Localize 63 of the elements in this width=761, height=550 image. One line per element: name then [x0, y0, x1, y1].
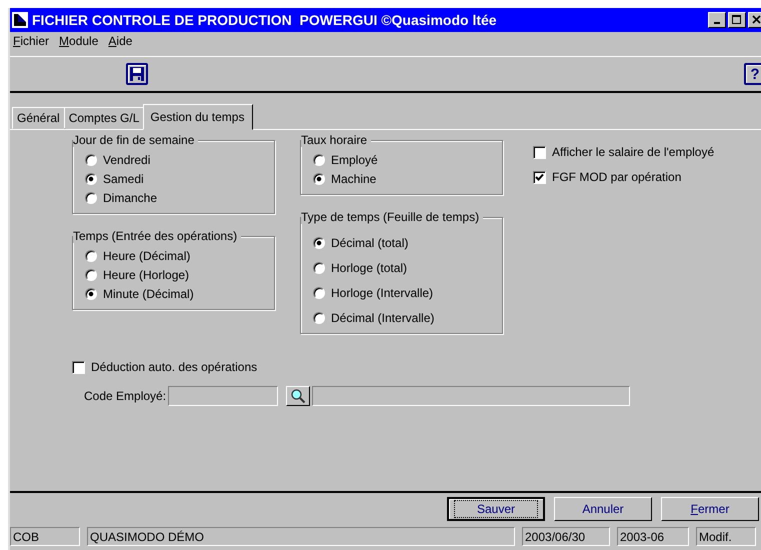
radio-label: Samedi: [103, 172, 144, 186]
minimize-icon: [714, 22, 720, 24]
menu-item[interactable]: Module: [59, 34, 98, 48]
status-cell: COB: [10, 526, 80, 546]
radio-button[interactable]: [313, 154, 325, 166]
group-title: Temps (Entrée des opérations): [73, 229, 242, 243]
radio-button[interactable]: [85, 192, 97, 204]
radio-button[interactable]: [85, 250, 97, 262]
checkbox-label: Déduction auto. des opérations: [91, 360, 258, 374]
radio-button[interactable]: [85, 288, 97, 300]
menu-item[interactable]: Fichier: [13, 34, 50, 48]
tab[interactable]: Général: [12, 107, 65, 129]
input-field[interactable]: [168, 386, 278, 406]
checkbox-label: FGF MOD par opération: [552, 170, 682, 184]
radio-label: Minute (Décimal): [103, 287, 194, 301]
checkbox[interactable]: [533, 170, 546, 184]
radio-label: Heure (Horloge): [103, 268, 190, 282]
dialog-button[interactable]: Fermer: [661, 496, 759, 520]
status-cell: 2003-06: [617, 526, 689, 546]
input-field[interactable]: [312, 386, 630, 406]
radio-label: Employé: [331, 153, 378, 167]
radio-label: Décimal (Intervalle): [331, 311, 434, 325]
app-icon: [12, 12, 28, 28]
save-button[interactable]: [126, 63, 148, 85]
field-label: Code Employé:: [84, 389, 166, 403]
radio-label: Décimal (total): [331, 236, 408, 250]
group-title: Type de temps (Feuille de temps): [301, 210, 484, 224]
maximize-icon: [732, 15, 742, 25]
status-cell: Modif.: [696, 526, 756, 546]
minimize-button[interactable]: [708, 12, 726, 28]
radio-label: Dimanche: [103, 191, 158, 205]
radio-label: Vendredi: [103, 153, 150, 167]
dialog-button[interactable]: Annuler: [554, 496, 652, 520]
radio-button[interactable]: [85, 154, 97, 166]
group-title: Taux horaire: [301, 133, 372, 147]
maximize-button[interactable]: [728, 12, 746, 28]
radio-button[interactable]: [313, 237, 325, 249]
radio-label: Machine: [331, 172, 376, 186]
status-cell: 2003/06/30: [522, 526, 610, 546]
radio-label: Heure (Décimal): [103, 249, 190, 263]
checkbox[interactable]: [72, 360, 85, 374]
tab[interactable]: Gestion du temps: [143, 104, 254, 130]
radio-button[interactable]: [313, 287, 325, 299]
menu-item[interactable]: Aide: [108, 34, 132, 48]
close-icon: [752, 15, 761, 25]
radio-label: Horloge (total): [331, 261, 408, 275]
radio-button[interactable]: [85, 173, 97, 185]
search-icon: [290, 388, 306, 404]
status-cell: QUASIMODO DÉMO: [87, 526, 515, 546]
close-button[interactable]: [748, 12, 761, 28]
radio-button[interactable]: [85, 269, 97, 281]
help-button[interactable]: ?: [744, 63, 761, 85]
group-title: Jour de fin de semaine: [73, 133, 198, 147]
checkbox-label: Afficher le salaire de l'employé: [552, 145, 714, 159]
radio-button[interactable]: [313, 262, 325, 274]
window-title: FICHIER CONTROLE DE PRODUCTION POWERGUI ©Quasimodo ltée: [32, 12, 498, 28]
check-icon: [535, 172, 544, 182]
radio-label: Horloge (Intervalle): [331, 286, 434, 300]
checkbox[interactable]: [533, 146, 546, 158]
search-button[interactable]: [286, 386, 310, 406]
radio-button[interactable]: [313, 312, 325, 324]
dialog-button[interactable]: Sauver: [447, 496, 545, 520]
radio-button[interactable]: [313, 173, 325, 185]
